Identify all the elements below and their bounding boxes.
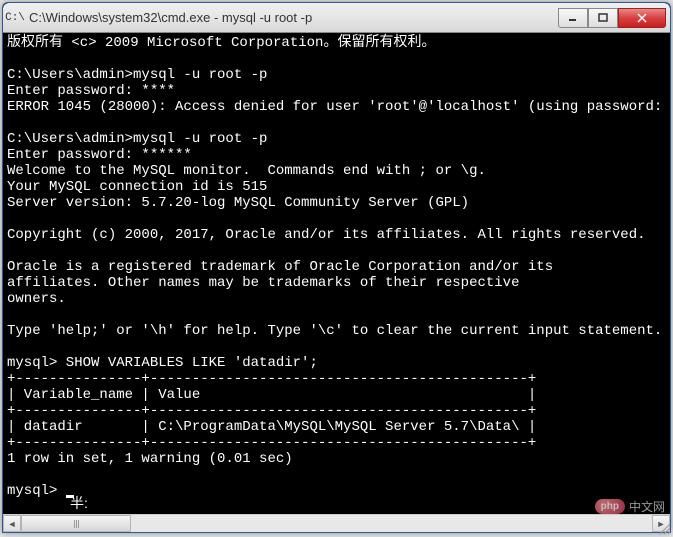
scroll-thumb[interactable]	[21, 515, 131, 532]
watermark-badge: php	[595, 499, 625, 514]
scroll-track[interactable]	[21, 515, 652, 532]
resize-grip-icon[interactable]	[657, 521, 671, 535]
titlebar[interactable]: C:\ C:\Windows\system32\cmd.exe - mysql …	[3, 3, 670, 33]
close-button[interactable]	[618, 8, 666, 28]
watermark-text: 中文网	[629, 498, 665, 515]
maximize-button[interactable]	[588, 8, 618, 28]
horizontal-scrollbar[interactable]: ◄ ►	[3, 514, 670, 532]
terminal-output[interactable]: 版权所有 <c> 2009 Microsoft Corporation。保留所有…	[3, 33, 670, 514]
thumb-grip-icon	[74, 520, 79, 528]
minimize-button[interactable]	[558, 8, 588, 28]
window-title: C:\Windows\system32\cmd.exe - mysql -u r…	[29, 10, 558, 25]
cmd-window: C:\ C:\Windows\system32\cmd.exe - mysql …	[2, 2, 671, 533]
window-controls	[558, 8, 666, 28]
cmd-icon: C:\	[7, 10, 23, 26]
watermark: php 中文网	[595, 498, 665, 515]
scroll-left-button[interactable]: ◄	[3, 515, 21, 532]
ime-indicator: 半:	[70, 493, 88, 513]
